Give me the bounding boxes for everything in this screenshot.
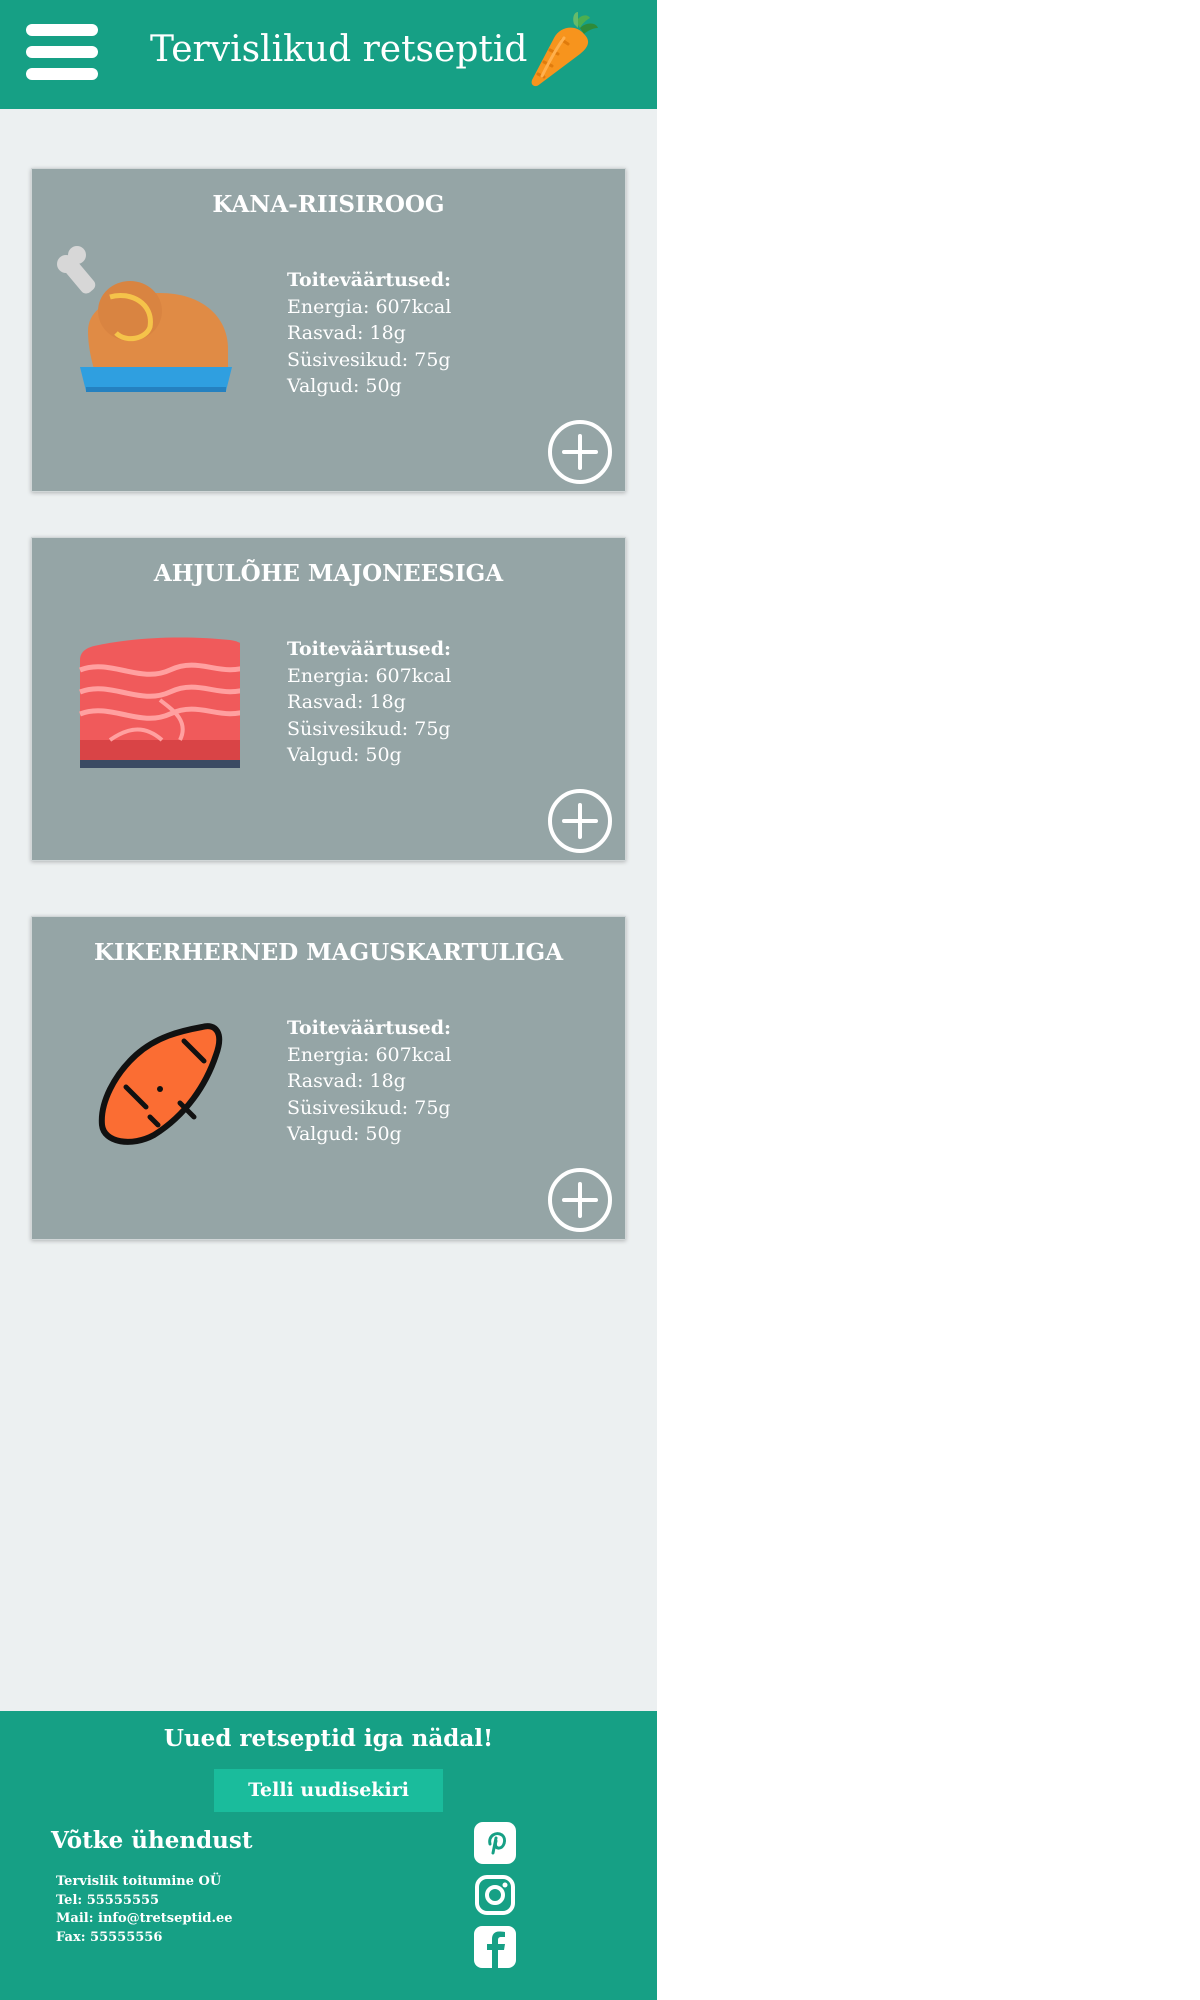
recipe-card[interactable]: KANA-RIISIROOG Toiteväärtused: Energia: … — [31, 168, 626, 492]
footer-slogan: Uued retseptid iga nädal! — [163, 1725, 494, 1752]
contact-info: Tervislik toitumine OÜ Tel: 55555555 Mai… — [56, 1873, 233, 1947]
hamburger-menu-icon[interactable] — [26, 22, 98, 82]
nutrition-carbs: Süsivesikud: 75g — [287, 1096, 451, 1119]
instagram-icon[interactable] — [474, 1874, 516, 1916]
nutrition-protein: Valgud: 50g — [287, 1123, 402, 1145]
add-recipe-button[interactable] — [547, 419, 613, 485]
site-title: Tervislikud retseptid — [150, 29, 528, 70]
subscribe-newsletter-button[interactable]: Telli uudisekiri — [214, 1769, 443, 1812]
nutrition-energy: Energia: 607kcal — [287, 664, 452, 687]
header: Tervislikud retseptid — [0, 0, 657, 109]
nutrition-protein: Valgud: 50g — [287, 744, 402, 766]
pinterest-icon[interactable] — [474, 1822, 516, 1864]
nutrition-heading: Toiteväärtused: — [287, 638, 452, 660]
nutrition-info: Toiteväärtused: Energia: 607kcal Rasvad:… — [287, 267, 451, 400]
nutrition-fat: Rasvad: 18g — [287, 691, 406, 713]
contact-mail: Mail: info@tretseptid.ee — [56, 1911, 233, 1926]
nutrition-info: Toiteväärtused: Energia: 607kcal Rasvad:… — [287, 636, 451, 769]
add-recipe-button[interactable] — [547, 1167, 613, 1233]
footer: Uued retseptid iga nädal! Telli uudiseki… — [0, 1711, 657, 2000]
contact-title: Võtke ühendust — [51, 1827, 253, 1854]
nutrition-info: Toiteväärtused: Energia: 607kcal Rasvad:… — [287, 1015, 451, 1148]
recipe-title: AHJULÕHE MAJONEESIGA — [153, 560, 504, 587]
contact-phone: Tel: 55555555 — [56, 1892, 160, 1908]
add-recipe-button[interactable] — [547, 788, 613, 854]
contact-fax: Fax: 55555556 — [56, 1929, 163, 1945]
nutrition-heading: Toiteväärtused: — [287, 269, 452, 291]
nutrition-carbs: Süsivesikud: 75g — [287, 348, 451, 371]
sweet-potato-icon — [98, 1023, 223, 1145]
contact-company: Tervislik toitumine OÜ — [56, 1874, 222, 1889]
nutrition-energy: Energia: 607kcal — [287, 1043, 452, 1066]
nutrition-fat: Rasvad: 18g — [287, 1070, 406, 1092]
salmon-fillet-icon — [79, 637, 240, 768]
facebook-icon[interactable] — [474, 1926, 516, 1968]
app-root: Tervislikud retseptid KANA-RIISIROOG Toi… — [0, 0, 657, 2000]
recipe-card[interactable]: KIKERHERNED MAGUSKARTULIGA Toiteväärtuse… — [31, 916, 626, 1240]
nutrition-heading: Toiteväärtused: — [287, 1017, 452, 1039]
recipe-title: KIKERHERNED MAGUSKARTULIGA — [93, 939, 564, 966]
carrot-icon — [531, 12, 598, 87]
nutrition-protein: Valgud: 50g — [287, 375, 402, 397]
nutrition-carbs: Süsivesikud: 75g — [287, 717, 451, 740]
nutrition-fat: Rasvad: 18g — [287, 322, 406, 344]
roast-chicken-icon — [57, 246, 232, 392]
recipe-card[interactable]: AHJULÕHE MAJONEESIGA Toiteväärtused: Ene… — [31, 537, 626, 861]
nutrition-energy: Energia: 607kcal — [287, 295, 452, 318]
recipe-title: KANA-RIISIROOG — [212, 191, 445, 218]
